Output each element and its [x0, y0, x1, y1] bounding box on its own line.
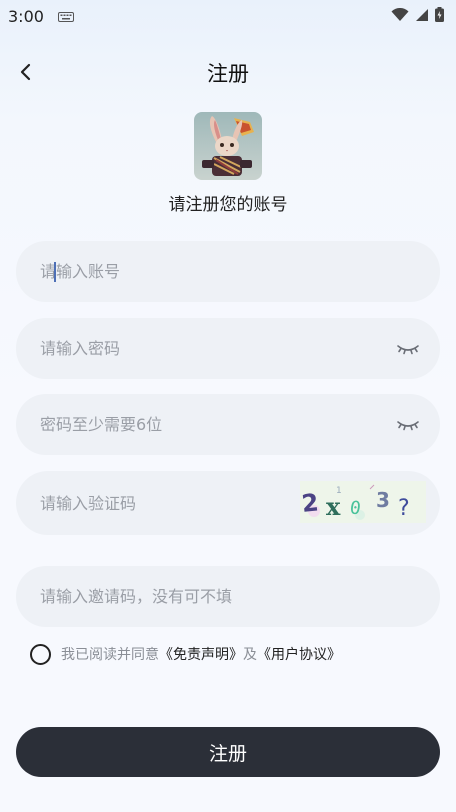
agreement-and: 及	[243, 647, 257, 663]
svg-text:1: 1	[336, 486, 342, 496]
battery-icon	[435, 6, 444, 26]
svg-text:x: x	[326, 492, 341, 521]
page-title: 注册	[207, 62, 249, 86]
account-input[interactable]	[40, 262, 416, 281]
register-subtitle: 请注册您的账号	[168, 195, 288, 215]
header: 注册	[0, 48, 456, 96]
keyboard-icon	[57, 7, 74, 26]
confirm-password-field[interactable]	[16, 394, 440, 455]
wifi-icon	[391, 7, 409, 26]
eye-closed-icon	[397, 345, 419, 355]
status-right	[391, 6, 444, 26]
agreement-prefix: 我已阅读并同意	[61, 647, 159, 663]
text-cursor	[54, 262, 56, 282]
confirm-password-input[interactable]	[40, 415, 416, 434]
eye-closed-icon	[397, 421, 419, 431]
password-input[interactable]	[40, 339, 416, 358]
agreement-row: 我已阅读并同意 《免责声明》 及 《用户协议》	[30, 643, 341, 665]
user-agreement-link[interactable]: 《用户协议》	[257, 644, 341, 664]
invite-code-input[interactable]	[40, 587, 416, 606]
status-left: 3:00	[8, 7, 74, 26]
disclaimer-link[interactable]: 《免责声明》	[159, 644, 243, 664]
agreement-checkbox[interactable]	[30, 643, 51, 665]
captcha-field[interactable]: 2 x 1 0 3 ?	[16, 471, 440, 535]
password-field[interactable]	[16, 318, 440, 379]
svg-text:3: 3	[376, 488, 390, 512]
captcha-image[interactable]: 2 x 1 0 3 ?	[300, 481, 426, 523]
svg-text:?: ?	[398, 496, 410, 521]
status-bar: 3:00	[0, 0, 456, 32]
account-field[interactable]	[16, 241, 440, 302]
confirm-visibility-toggle[interactable]	[396, 415, 420, 435]
invite-code-field[interactable]	[16, 566, 440, 627]
svg-text:2: 2	[300, 488, 320, 518]
register-button[interactable]: 注册	[16, 727, 440, 777]
signal-icon	[415, 7, 429, 26]
status-time: 3:00	[8, 6, 44, 26]
password-visibility-toggle[interactable]	[396, 339, 420, 359]
app-logo-avatar	[194, 112, 262, 180]
